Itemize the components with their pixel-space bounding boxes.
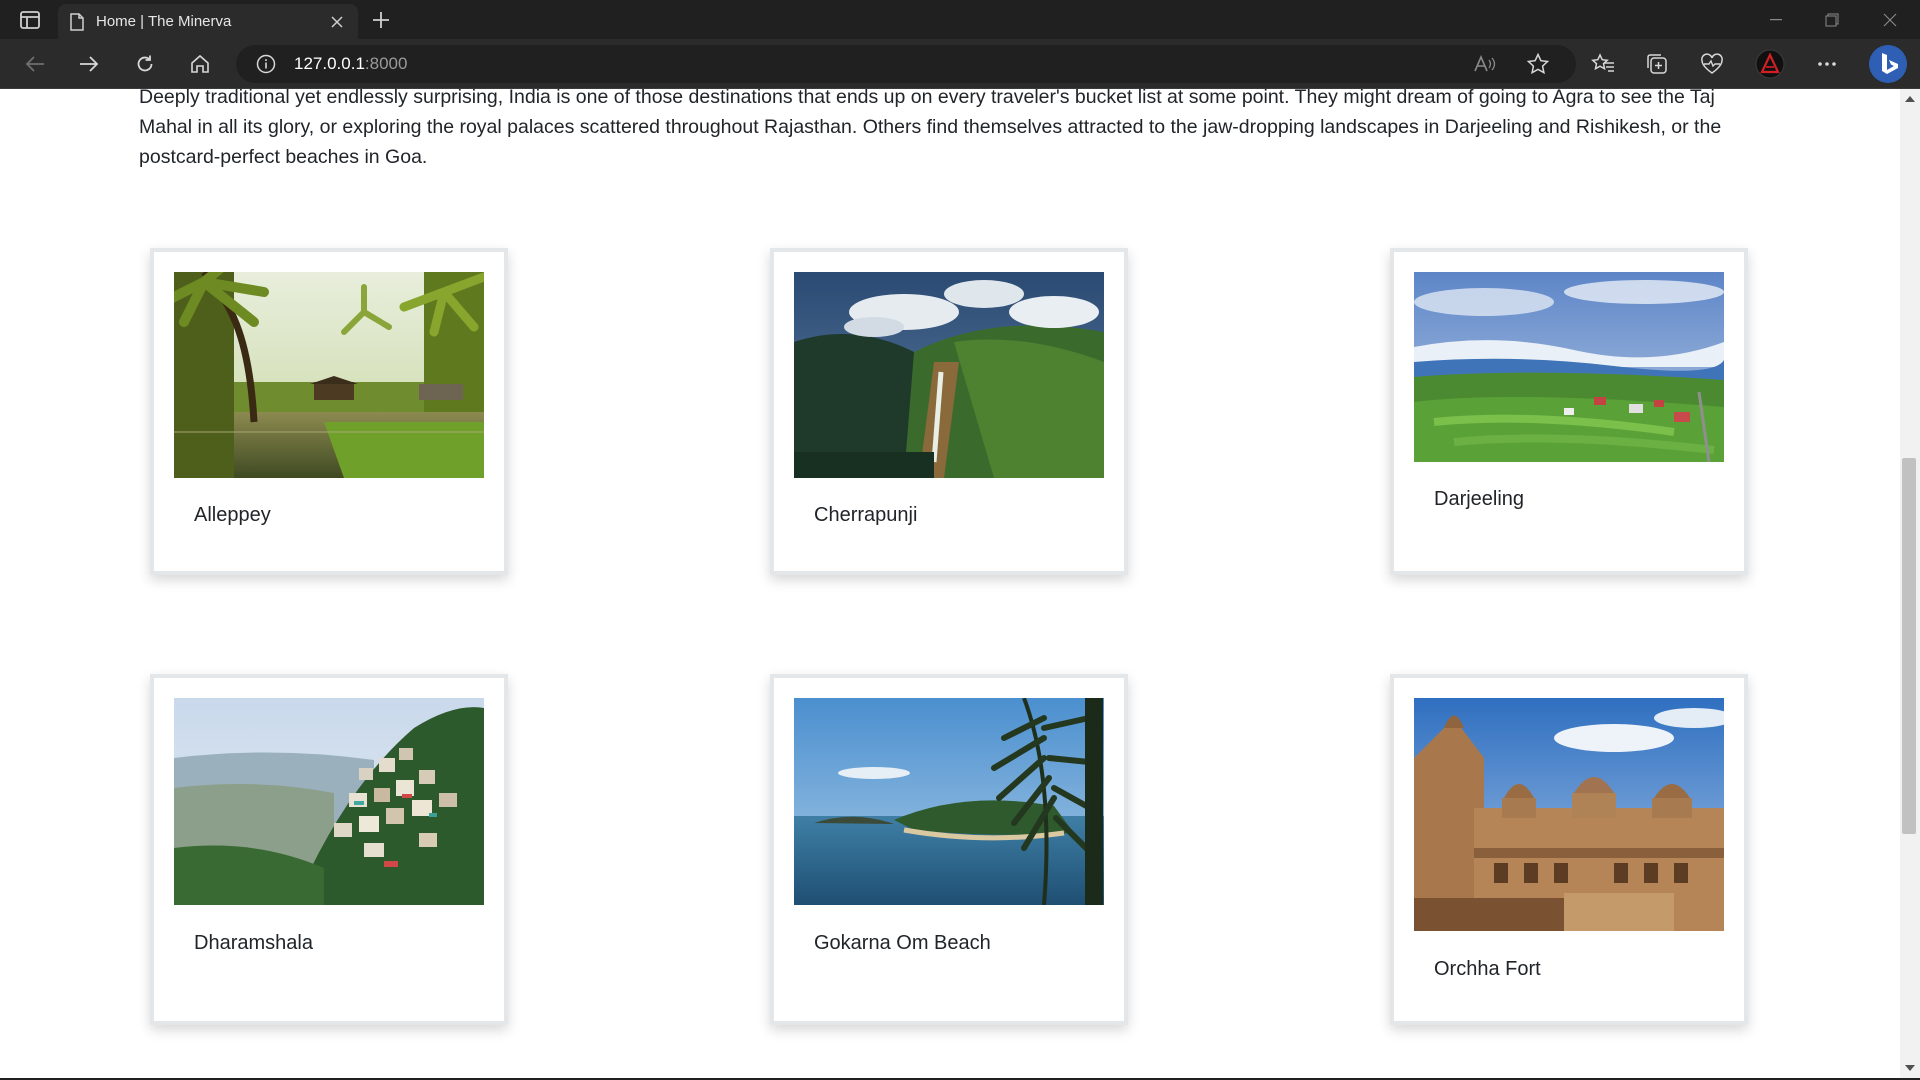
collections-button[interactable] [1638, 48, 1676, 80]
hills-photo [1414, 272, 1724, 462]
caret-up-icon [1905, 96, 1915, 102]
destination-name: Cherrapunji [814, 504, 918, 526]
scrollbar-thumb[interactable] [1902, 458, 1916, 834]
refresh-icon [137, 55, 153, 72]
tab-close-button[interactable] [328, 13, 346, 31]
destination-photo [794, 698, 1104, 905]
copilot-button[interactable] [1866, 45, 1910, 83]
back-arrow-icon [25, 56, 44, 72]
destination-card-orchha[interactable]: Orchha Fort [1390, 674, 1748, 1025]
favorites-icon [1591, 53, 1614, 72]
page-icon [70, 12, 84, 31]
settings-more-button[interactable] [1808, 48, 1846, 80]
bing-copilot-icon [1869, 45, 1907, 83]
home-icon [191, 54, 209, 73]
favorites-button[interactable] [1584, 48, 1622, 80]
destination-photo [174, 272, 484, 478]
scroll-up-button[interactable] [1900, 91, 1920, 107]
minimize-icon [1770, 18, 1782, 20]
browser-essentials-button[interactable] [1693, 48, 1731, 80]
forward-arrow-icon [80, 56, 99, 72]
destination-name: Dharamshala [194, 932, 313, 954]
collections-icon [1647, 54, 1667, 74]
destination-card-darjeeling[interactable]: Darjeeling [1390, 248, 1748, 575]
profile-button[interactable] [1751, 48, 1789, 80]
more-icon [1818, 62, 1836, 66]
restore-icon [1825, 13, 1839, 26]
destination-name: Orchha Fort [1434, 958, 1541, 980]
avatar [1755, 49, 1785, 79]
caret-down-icon [1905, 1065, 1915, 1071]
beach-photo [794, 698, 1104, 905]
minimize-button[interactable] [1748, 0, 1804, 39]
tab-actions-icon [20, 11, 40, 29]
browser-tab[interactable]: Home | The Minerva [58, 4, 358, 39]
scroll-down-button[interactable] [1900, 1060, 1920, 1076]
fort-photo [1414, 698, 1724, 931]
intro-paragraph: Deeply traditional yet endlessly surpris… [139, 89, 1722, 168]
forward-button[interactable] [72, 48, 106, 80]
site-info-icon[interactable] [256, 54, 276, 74]
waterfall-photo [794, 272, 1104, 478]
address-bar[interactable]: 127.0.0.1:8000 [236, 45, 1576, 83]
browser-toolbar: 127.0.0.1:8000 [0, 39, 1920, 89]
url-port: :8000 [364, 54, 408, 73]
back-button[interactable] [18, 48, 52, 80]
backwaters-photo [174, 272, 484, 478]
url-host: 127.0.0.1 [294, 54, 365, 73]
destination-name: Gokarna Om Beach [814, 932, 991, 954]
destination-photo [1414, 698, 1724, 931]
star-icon [1527, 53, 1549, 75]
favorite-star-button[interactable] [1521, 48, 1555, 80]
destination-photo [1414, 272, 1724, 462]
tab-actions-button[interactable] [12, 8, 48, 32]
page-viewport: Deeply traditional yet endlessly surpris… [0, 89, 1900, 1078]
plus-icon [373, 12, 389, 28]
destination-card-alleppey[interactable]: Alleppey [150, 248, 508, 575]
refresh-button[interactable] [128, 48, 162, 80]
hillside-town-photo [174, 698, 484, 905]
read-aloud-icon [1474, 55, 1496, 72]
close-window-icon [1883, 13, 1897, 26]
url-text[interactable]: 127.0.0.1:8000 [294, 54, 407, 74]
destination-card-dharamshala[interactable]: Dharamshala [150, 674, 508, 1025]
destination-name: Alleppey [194, 504, 271, 526]
read-aloud-button[interactable] [1468, 48, 1502, 80]
destination-name: Darjeeling [1434, 488, 1525, 510]
browser-titlebar: Home | The Minerva [0, 0, 1920, 39]
destination-photo [174, 698, 484, 905]
destination-photo [794, 272, 1104, 478]
destination-card-cherrapunji[interactable]: Cherrapunji [770, 248, 1128, 575]
close-window-button[interactable] [1862, 0, 1918, 39]
home-button[interactable] [183, 48, 217, 80]
destination-card-gokarna[interactable]: Gokarna Om Beach [770, 674, 1128, 1025]
heart-pulse-icon [1701, 53, 1723, 74]
new-tab-button[interactable] [368, 8, 394, 32]
restore-button[interactable] [1804, 0, 1860, 39]
tab-title: Home | The Minerva [96, 13, 232, 30]
close-icon [331, 15, 343, 28]
